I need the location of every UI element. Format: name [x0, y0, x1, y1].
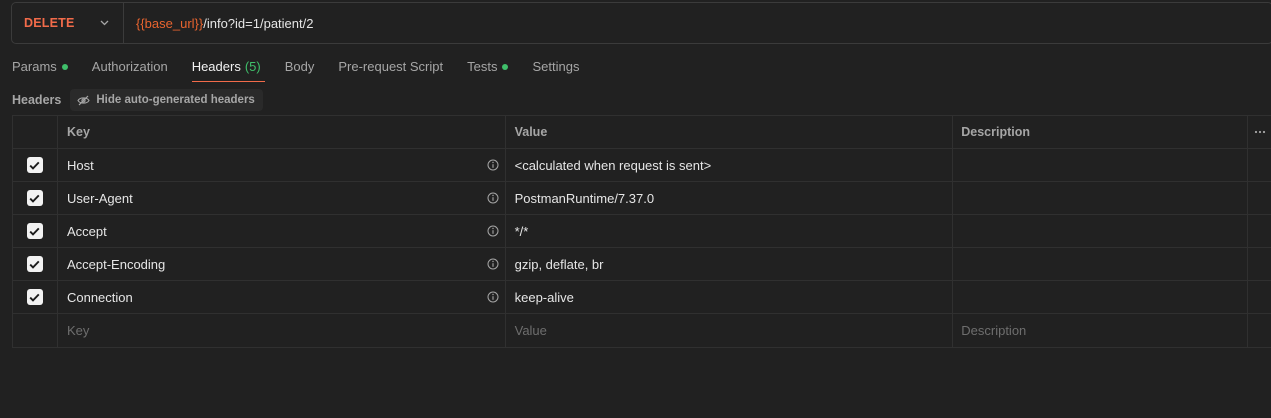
- tab-authorization[interactable]: Authorization: [92, 54, 168, 82]
- tab-label: Authorization: [91, 59, 168, 74]
- more-options-button[interactable]: [1248, 116, 1271, 148]
- tab-body[interactable]: Body: [285, 54, 315, 82]
- more-horizontal-icon: [1254, 123, 1266, 136]
- check-icon: [30, 161, 40, 170]
- value-text: gzip, deflate, br: [514, 256, 604, 272]
- url-path: /info?id=1/patient/2: [203, 15, 314, 31]
- new-value-input[interactable]: Value: [506, 314, 954, 347]
- value-cell[interactable]: keep-alive: [506, 281, 954, 313]
- key-text: Host: [66, 157, 94, 173]
- key-text: Accept-Encoding: [66, 256, 166, 272]
- header-cell-check: [13, 116, 58, 148]
- row-check-cell: [13, 314, 58, 347]
- tab-label: Tests: [467, 59, 498, 74]
- hide-button-label: Hide auto-generated headers: [96, 94, 255, 106]
- row-checkbox[interactable]: [26, 157, 43, 173]
- tab-tests[interactable]: Tests: [467, 54, 509, 82]
- eye-off-icon: [77, 95, 90, 105]
- key-cell[interactable]: User-Agent: [58, 182, 506, 214]
- info-icon[interactable]: [487, 258, 499, 270]
- row-checkbox[interactable]: [26, 223, 43, 239]
- row-end-cell: [1248, 149, 1271, 181]
- check-icon: [30, 227, 40, 236]
- status-dot: [502, 64, 509, 70]
- key-cell[interactable]: Accept: [58, 215, 506, 247]
- value-cell[interactable]: <calculated when request is sent>: [506, 149, 954, 181]
- tab-headers[interactable]: Headers (5): [191, 54, 265, 82]
- row-end-cell: [1248, 248, 1271, 280]
- key-text: Accept: [66, 223, 107, 239]
- request-tabs: Params Authorization Headers (5) Body Pre…: [12, 54, 603, 82]
- description-cell[interactable]: [953, 215, 1249, 247]
- row-checkbox[interactable]: [26, 190, 43, 206]
- method-selector[interactable]: DELETE: [12, 3, 124, 43]
- table-header: Key Value Description: [13, 116, 1271, 149]
- row-checkbox[interactable]: [26, 289, 43, 305]
- info-icon[interactable]: [487, 192, 499, 204]
- table-row: Host <calculated when request is sent>: [13, 149, 1271, 182]
- row-end-cell: [1248, 182, 1271, 214]
- table-row: Accept-Encoding gzip, deflate, br: [13, 248, 1271, 281]
- tab-count: (5): [244, 59, 261, 74]
- tab-settings[interactable]: Settings: [532, 54, 579, 82]
- column-header-value: Value: [506, 116, 954, 148]
- headers-toolbar: Headers Hide auto-generated headers: [12, 89, 263, 111]
- url-variable: {{base_url}}: [136, 15, 204, 31]
- value-cell[interactable]: gzip, deflate, br: [506, 248, 954, 280]
- url-input[interactable]: {{base_url}}/info?id=1/patient/2: [124, 16, 313, 31]
- chevron-down-icon: [99, 18, 109, 28]
- value-text: */*: [514, 223, 529, 239]
- headers-title: Headers: [12, 93, 62, 107]
- value-cell[interactable]: */*: [506, 215, 954, 247]
- new-key-input[interactable]: Key: [58, 314, 506, 347]
- column-header-key: Key: [58, 116, 506, 148]
- method-label: DELETE: [24, 16, 75, 30]
- row-check-cell: [13, 215, 58, 247]
- description-cell[interactable]: [953, 149, 1249, 181]
- tab-pre-request-script[interactable]: Pre-request Script: [338, 54, 443, 82]
- key-cell[interactable]: Connection: [58, 281, 506, 313]
- value-text: keep-alive: [514, 289, 574, 305]
- row-checkbox[interactable]: [26, 256, 43, 272]
- row-end-cell: [1248, 281, 1271, 313]
- description-cell[interactable]: [953, 248, 1249, 280]
- url-bar: DELETE {{base_url}}/info?id=1/patient/2: [11, 2, 1271, 44]
- tab-label: Params: [12, 59, 57, 74]
- column-header-description: Description: [953, 116, 1249, 148]
- tab-label: Headers: [191, 59, 241, 74]
- tab-label: Pre-request Script: [338, 59, 444, 74]
- value-cell[interactable]: PostmanRuntime/7.37.0: [506, 182, 954, 214]
- value-text: PostmanRuntime/7.37.0: [514, 190, 655, 206]
- info-icon[interactable]: [487, 225, 499, 237]
- tab-params[interactable]: Params: [12, 54, 68, 82]
- value-text: <calculated when request is sent>: [514, 157, 712, 173]
- hide-auto-generated-headers-button[interactable]: Hide auto-generated headers: [70, 89, 263, 111]
- key-cell[interactable]: Accept-Encoding: [58, 248, 506, 280]
- table-row: Accept */*: [13, 215, 1271, 248]
- row-check-cell: [13, 149, 58, 181]
- row-check-cell: [13, 182, 58, 214]
- check-icon: [30, 260, 40, 269]
- info-icon[interactable]: [487, 159, 499, 171]
- check-icon: [30, 194, 40, 203]
- table-row: User-Agent PostmanRuntime/7.37.0: [13, 182, 1271, 215]
- status-dot: [61, 64, 68, 70]
- table-row: Connection keep-alive: [13, 281, 1271, 314]
- key-text: Connection: [66, 289, 133, 305]
- row-check-cell: [13, 248, 58, 280]
- row-check-cell: [13, 281, 58, 313]
- description-cell[interactable]: [953, 281, 1249, 313]
- key-text: User-Agent: [66, 190, 133, 206]
- row-end-cell: [1248, 314, 1271, 347]
- headers-table: Key Value Description Host <calculated w…: [12, 115, 1271, 348]
- new-description-input[interactable]: Description: [953, 314, 1249, 347]
- info-icon[interactable]: [487, 291, 499, 303]
- new-header-row: Key Value Description: [13, 314, 1271, 347]
- description-cell[interactable]: [953, 182, 1249, 214]
- tab-label: Settings: [532, 59, 580, 74]
- key-cell[interactable]: Host: [58, 149, 506, 181]
- check-icon: [30, 293, 40, 302]
- row-end-cell: [1248, 215, 1271, 247]
- tab-label: Body: [284, 59, 315, 74]
